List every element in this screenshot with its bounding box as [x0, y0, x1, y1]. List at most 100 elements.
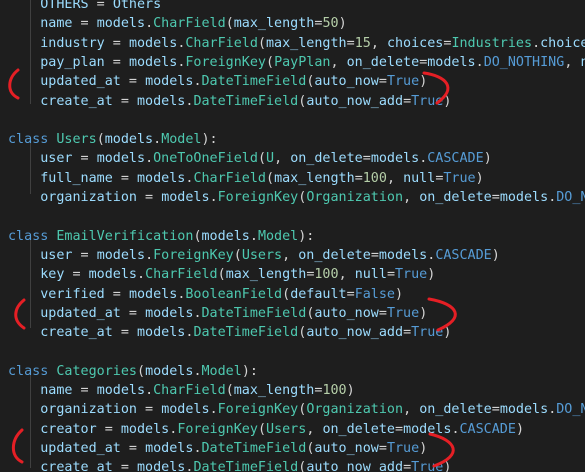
- code-token: DateTimeField: [193, 460, 299, 472]
- code-token: key: [40, 267, 65, 283]
- code-line[interactable]: class Categories(models.Model):: [8, 362, 258, 381]
- code-token: True: [411, 325, 444, 341]
- code-token: ):: [201, 132, 218, 148]
- code-token: =: [346, 286, 355, 302]
- code-token: ,: [330, 54, 347, 70]
- code-token: models: [161, 402, 210, 418]
- code-line[interactable]: key = models.CharField(max_length = 100, n…: [8, 265, 435, 284]
- code-token: full_name: [40, 170, 113, 186]
- code-token: verified: [40, 286, 105, 302]
- code-token: (: [217, 267, 226, 283]
- code-line[interactable]: OTHERS = Others: [8, 0, 161, 14]
- code-token: Model: [161, 132, 202, 148]
- code-token: CharField: [153, 16, 226, 32]
- code-token: =: [120, 305, 146, 321]
- code-token: ,: [306, 421, 323, 437]
- code-token: .: [153, 132, 162, 148]
- code-token: .: [532, 35, 541, 51]
- code-token: =: [137, 190, 162, 205]
- code-token: =: [378, 305, 387, 321]
- code-token: models: [120, 421, 170, 437]
- code-token: null: [580, 54, 585, 70]
- code-line[interactable]: organization = models.ForeignKey(Organiz…: [8, 400, 585, 419]
- code-token: Organization: [306, 402, 404, 418]
- code-token: .: [475, 54, 484, 70]
- code-token: DateTimeField: [193, 325, 299, 341]
- code-token: ForeignKey: [177, 421, 258, 437]
- code-token: ,: [282, 247, 299, 263]
- code-line[interactable]: class EmailVerification(models.Model):: [8, 227, 314, 246]
- code-line[interactable]: updated_at = models.DateTimeField(auto_n…: [8, 304, 427, 323]
- code-token: CharField: [153, 383, 226, 398]
- code-line[interactable]: updated_at = models.DateTimeField(auto_n…: [8, 439, 427, 458]
- code-token: =: [104, 35, 129, 51]
- code-editor[interactable]: OTHERS = Others name = models.CharField(…: [0, 0, 585, 472]
- code-token: Model: [201, 363, 242, 379]
- code-token: =: [120, 440, 146, 456]
- code-token: models: [145, 440, 194, 456]
- code-line[interactable]: organization = models.ForeignKey(Organiz…: [8, 188, 585, 207]
- code-token: =: [64, 267, 89, 283]
- code-token: updated_at: [40, 440, 121, 456]
- code-token: models: [96, 151, 146, 167]
- code-token: ): [419, 74, 428, 90]
- code-token: 100: [362, 170, 387, 186]
- code-token: (: [193, 228, 202, 244]
- code-line[interactable]: class Users(models.Model):: [8, 130, 218, 149]
- code-line[interactable]: create_at = models.DateTimeField(auto_no…: [8, 323, 451, 342]
- code-token: ,: [403, 402, 420, 418]
- code-token: class: [8, 228, 57, 244]
- code-token: .: [193, 305, 202, 321]
- code-token: models: [96, 383, 146, 398]
- code-line[interactable]: user = models.OneToOneField(U, on_delete…: [8, 149, 492, 168]
- code-token: auto_now_add: [306, 325, 404, 341]
- code-token: .: [249, 228, 258, 244]
- code-line[interactable]: create_at = models.DateTimeField(auto_no…: [8, 92, 451, 111]
- code-line[interactable]: name = models.CharField(max_length=50): [8, 14, 347, 33]
- code-token: =: [96, 421, 121, 437]
- code-token: Others: [112, 0, 162, 12]
- code-token: =: [112, 325, 137, 341]
- code-token: ): [475, 170, 484, 186]
- code-token: .: [145, 151, 154, 167]
- code-token: models: [427, 54, 476, 70]
- code-token: user: [40, 247, 73, 263]
- code-line[interactable]: full_name = models.CharField(max_length=…: [8, 169, 484, 188]
- code-token: ,: [370, 35, 387, 51]
- code-line[interactable]: verified = models.BooleanField(default=F…: [8, 285, 403, 304]
- code-token: (: [257, 35, 266, 51]
- code-line[interactable]: pay_plan = models. ForeignKey(PayPlan, on…: [8, 53, 585, 72]
- code-token: =: [72, 383, 97, 398]
- code-token: =: [120, 74, 146, 90]
- code-token: =: [104, 54, 129, 70]
- code-token: =: [104, 286, 129, 302]
- code-token: ):: [298, 228, 315, 244]
- code-line[interactable]: name = models.CharField(max_length=100): [8, 381, 354, 400]
- code-line[interactable]: industry = models.CharField(max_length=1…: [8, 34, 585, 53]
- code-token: models: [499, 190, 549, 205]
- code-token: max_length: [233, 16, 315, 32]
- code-token: ): [491, 247, 500, 263]
- code-token: ): [338, 16, 347, 32]
- code-token: ): [427, 267, 436, 283]
- code-token: .: [451, 421, 460, 437]
- code-token: (: [257, 151, 266, 167]
- code-token: True: [386, 440, 420, 456]
- code-line[interactable]: updated_at = models.DateTimeField(auto_n…: [8, 72, 427, 91]
- code-token: models: [128, 286, 178, 302]
- code-line[interactable]: user = models.ForeignKey(Users, on_delet…: [8, 246, 500, 265]
- code-token: on_delete: [419, 402, 492, 418]
- code-token: 50: [322, 16, 339, 32]
- code-token: create_at: [40, 93, 113, 109]
- code-token: default: [290, 286, 347, 302]
- code-token: max_length: [225, 267, 307, 283]
- code-token: =: [403, 460, 412, 472]
- code-line[interactable]: create_at = models.DateTimeField(auto_no…: [8, 458, 451, 472]
- code-line[interactable]: creator = models. ForeignKey(Users, on_de…: [8, 420, 524, 439]
- code-token: ): [483, 151, 492, 167]
- code-token: True: [386, 305, 420, 321]
- code-token: auto_now_add: [306, 460, 404, 472]
